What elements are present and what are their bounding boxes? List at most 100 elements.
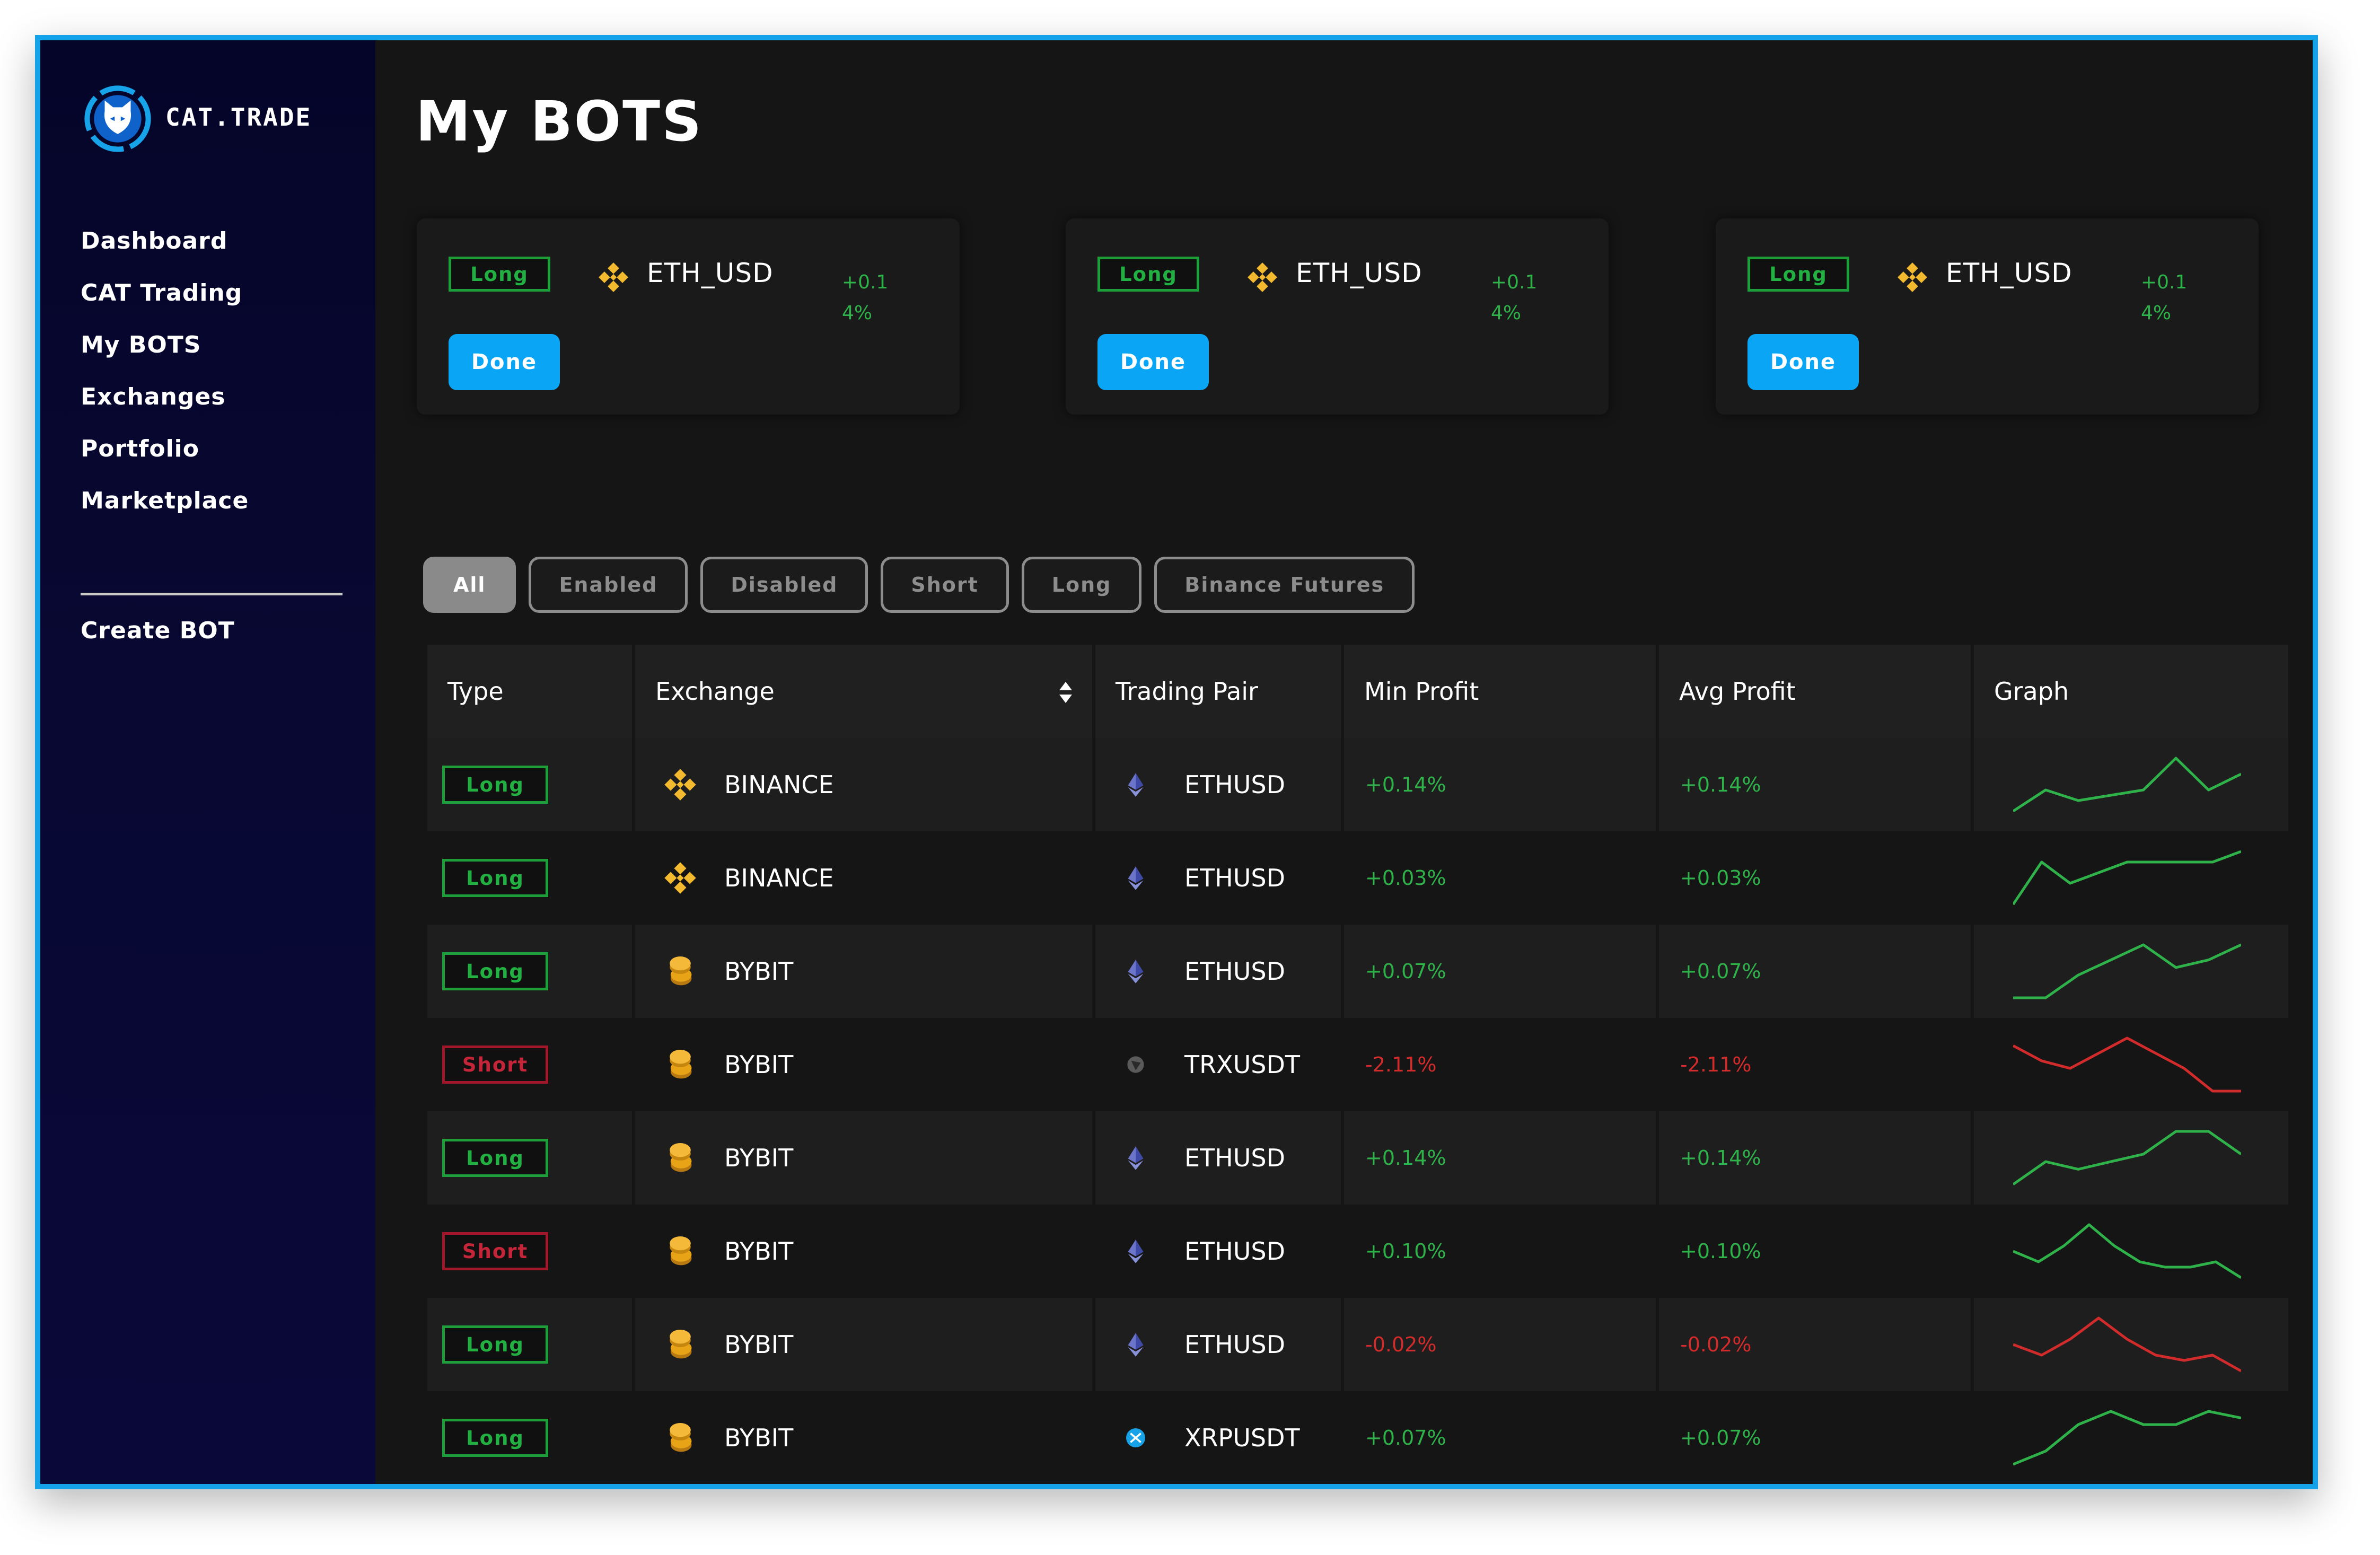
- header-avg-profit[interactable]: Avg Profit: [1659, 645, 1971, 738]
- cell-avg-profit: +0.14%: [1659, 1111, 1971, 1205]
- cell-graph: [1974, 738, 2288, 831]
- sort-icon[interactable]: [1058, 681, 1073, 704]
- cat-logo-icon: [84, 85, 151, 152]
- cell-type: Long: [427, 1111, 632, 1205]
- header-min-profit[interactable]: Min Profit: [1344, 645, 1656, 738]
- sidebar: CAT.TRADE Dashboard CAT Trading My BOTS …: [40, 40, 375, 1484]
- filter-disabled[interactable]: Disabled: [700, 557, 868, 613]
- bybit-icon: [670, 1049, 692, 1079]
- table-body: Long BINANCE ETHUSD +0.14% +0.14% Long BINANCE…: [427, 738, 2288, 1484]
- cell-trading-pair: ETHUSD: [1095, 1111, 1341, 1205]
- cell-min-profit: +0.03%: [1344, 831, 1656, 925]
- exchange-name: BYBIT: [724, 1424, 794, 1452]
- profit-value: +0.14%: [842, 271, 889, 324]
- xrp-icon: [1126, 1428, 1145, 1447]
- exchange-name: BINANCE: [724, 864, 834, 892]
- cell-type: Short: [427, 1018, 632, 1111]
- pair-name: ETHUSD: [1184, 864, 1286, 892]
- exchange-name: BYBIT: [724, 1237, 794, 1266]
- cell-avg-profit: +0.14%: [1659, 738, 1971, 831]
- table-row[interactable]: Long BYBIT ETHUSD -0.02% -0.02%: [427, 1298, 2288, 1391]
- table-row[interactable]: Long BINANCE ETHUSD +0.03% +0.03%: [427, 831, 2288, 925]
- bot-card: Long ETH_USD +0.14% Done: [417, 218, 960, 415]
- done-button[interactable]: Done: [449, 334, 560, 390]
- exchange-name: BYBIT: [724, 1330, 794, 1359]
- cell-graph: [1974, 1391, 2288, 1484]
- sidebar-item-cat-trading[interactable]: CAT Trading: [81, 267, 249, 319]
- min-profit-value: -2.11%: [1365, 1053, 1437, 1076]
- header-type[interactable]: Type: [427, 645, 632, 738]
- filter-long[interactable]: Long: [1021, 557, 1142, 613]
- type-badge: Long: [442, 766, 548, 804]
- cell-exchange: BYBIT: [635, 1298, 1092, 1391]
- sidebar-item-dashboard[interactable]: Dashboard: [81, 215, 249, 267]
- cell-exchange: BYBIT: [635, 925, 1092, 1018]
- pair-name: XRPUSDT: [1184, 1424, 1300, 1452]
- create-bot-link[interactable]: Create BOT: [81, 617, 235, 644]
- filter-short[interactable]: Short: [881, 557, 1009, 613]
- filter-all[interactable]: All: [423, 557, 516, 613]
- bybit-icon: [670, 1143, 692, 1172]
- table-row[interactable]: Short BYBIT TRXUSDT -2.11% -2.11%: [427, 1018, 2288, 1111]
- cell-min-profit: +0.14%: [1344, 738, 1656, 831]
- min-profit-value: +0.03%: [1365, 866, 1446, 890]
- bybit-icon: [670, 1422, 692, 1452]
- min-profit-value: -0.02%: [1365, 1333, 1437, 1356]
- sidebar-item-my-bots[interactable]: My BOTS: [81, 319, 249, 371]
- app-window: CAT.TRADE Dashboard CAT Trading My BOTS …: [35, 35, 2318, 1489]
- sidebar-item-portfolio[interactable]: Portfolio: [81, 423, 249, 475]
- cell-min-profit: +0.07%: [1344, 1391, 1656, 1484]
- sparkline-line: [2013, 1130, 2241, 1186]
- sidebar-item-exchanges[interactable]: Exchanges: [81, 371, 249, 423]
- cell-graph: [1974, 1205, 2288, 1298]
- header-exchange[interactable]: Exchange: [635, 645, 1092, 738]
- pair-name: ETHUSD: [1184, 1237, 1286, 1266]
- ethereum-icon: [1128, 866, 1144, 890]
- cell-trading-pair: ETHUSD: [1095, 1205, 1341, 1298]
- filter-binance-futures[interactable]: Binance Futures: [1154, 557, 1415, 613]
- cell-avg-profit: -2.11%: [1659, 1018, 1971, 1111]
- cell-min-profit: -0.02%: [1344, 1298, 1656, 1391]
- table-row[interactable]: Long BINANCE ETHUSD +0.14% +0.14%: [427, 738, 2288, 831]
- sparkline-line: [2013, 850, 2241, 906]
- sidebar-nav: Dashboard CAT Trading My BOTS Exchanges …: [81, 215, 249, 527]
- header-trading-pair[interactable]: Trading Pair: [1095, 645, 1341, 738]
- sidebar-item-marketplace[interactable]: Marketplace: [81, 475, 249, 527]
- binance-icon: [664, 862, 696, 894]
- cell-exchange: BINANCE: [635, 738, 1092, 831]
- cell-trading-pair: XRPUSDT: [1095, 1391, 1341, 1484]
- cell-type: Long: [427, 925, 632, 1018]
- type-badge: Long: [442, 952, 548, 990]
- type-badge: Short: [442, 1232, 548, 1270]
- table-row[interactable]: Short BYBIT ETHUSD +0.10% +0.10%: [427, 1205, 2288, 1298]
- cell-avg-profit: -0.02%: [1659, 1298, 1971, 1391]
- avg-profit-value: +0.14%: [1680, 1146, 1761, 1170]
- filter-enabled[interactable]: Enabled: [529, 557, 688, 613]
- done-button[interactable]: Done: [1097, 334, 1209, 390]
- sparkline: [2013, 850, 2241, 906]
- sparkline-line: [2013, 1036, 2241, 1093]
- sparkline: [2013, 1410, 2241, 1466]
- bybit-icon: [670, 956, 692, 986]
- sparkline: [2013, 1036, 2241, 1093]
- trading-pair: ETH_USD: [1946, 258, 2072, 288]
- cell-avg-profit: +0.07%: [1659, 1391, 1971, 1484]
- sparkline: [2013, 1316, 2241, 1373]
- pair-name: ETHUSD: [1184, 770, 1286, 799]
- table-header: Type Exchange Trading Pair Min Profit Av…: [427, 645, 2288, 738]
- trading-pair: ETH_USD: [1296, 258, 1422, 288]
- table-row[interactable]: Long BYBIT ETHUSD +0.07% +0.07%: [427, 925, 2288, 1018]
- avg-profit-value: -0.02%: [1680, 1333, 1752, 1356]
- cell-trading-pair: ETHUSD: [1095, 1298, 1341, 1391]
- page-title: My BOTS: [416, 89, 704, 154]
- done-button[interactable]: Done: [1747, 334, 1859, 390]
- type-badge: Long: [449, 257, 550, 292]
- cell-exchange: BYBIT: [635, 1391, 1092, 1484]
- table-row[interactable]: Long BYBIT XRPUSDT +0.07% +0.07%: [427, 1391, 2288, 1484]
- binance-icon: [1248, 262, 1277, 292]
- cell-graph: [1974, 1018, 2288, 1111]
- profit-value: +0.14%: [2141, 271, 2188, 324]
- binance-icon: [1898, 262, 1927, 292]
- pair-name: ETHUSD: [1184, 957, 1286, 986]
- table-row[interactable]: Long BYBIT ETHUSD +0.14% +0.14%: [427, 1111, 2288, 1205]
